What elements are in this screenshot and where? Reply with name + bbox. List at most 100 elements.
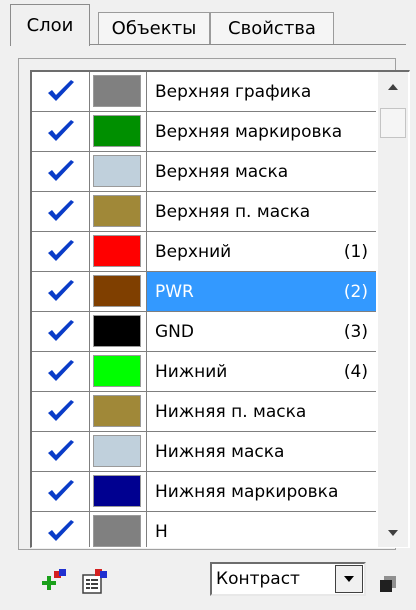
layer-row[interactable]: Верхняя графика <box>32 72 376 112</box>
checkmark-icon <box>47 119 74 141</box>
visibility-checkbox[interactable] <box>32 512 90 547</box>
layer-name-cell[interactable]: GND (3) <box>147 312 376 351</box>
checkmark-icon <box>47 359 74 381</box>
layer-color-cell[interactable] <box>90 232 147 271</box>
layer-properties-icon[interactable] <box>80 568 108 596</box>
layer-number: (2) <box>343 281 368 302</box>
visibility-checkbox[interactable] <box>32 472 90 511</box>
color-swatch <box>93 275 141 307</box>
layer-name-cell[interactable]: Верхняя п. маска <box>147 192 376 231</box>
color-swatch <box>93 515 141 547</box>
tab-bar: Слои Объекты Свойства <box>10 0 406 46</box>
layer-number: (4) <box>343 361 368 382</box>
visibility-checkbox[interactable] <box>32 312 90 351</box>
visibility-checkbox[interactable] <box>32 232 90 271</box>
layer-color-cell[interactable] <box>90 312 147 351</box>
layer-name-cell[interactable]: Нижняя маркировка <box>147 472 376 511</box>
layer-rows: Верхняя графика Верхняя маркировка Верхняя… <box>32 72 376 547</box>
mode-dropdown-button[interactable] <box>335 565 363 593</box>
checkmark-icon <box>47 279 74 301</box>
scroll-down-button[interactable] <box>378 518 408 547</box>
checkmark-icon <box>47 79 74 101</box>
layer-name-cell[interactable]: Верхний (1) <box>147 232 376 271</box>
layer-color-cell[interactable] <box>90 192 147 231</box>
color-swatch <box>93 235 141 267</box>
arrow-down-icon <box>388 530 398 536</box>
checkmark-icon <box>47 479 74 501</box>
layer-row[interactable]: GND (3) <box>32 312 376 352</box>
layer-name-cell[interactable]: Верхняя маска <box>147 152 376 191</box>
visibility-checkbox[interactable] <box>32 272 90 311</box>
color-swatch <box>93 475 141 507</box>
visibility-checkbox[interactable] <box>32 352 90 391</box>
checkmark-icon <box>47 519 74 541</box>
checkmark-icon <box>47 239 74 261</box>
layer-row[interactable]: Верхняя маска <box>32 152 376 192</box>
layer-name-cell[interactable]: Нижняя маска <box>147 432 376 471</box>
layer-color-cell[interactable] <box>90 272 147 311</box>
mode-select[interactable]: Контраст <box>210 562 366 596</box>
layer-color-cell[interactable] <box>90 72 147 111</box>
layer-row[interactable]: Верхний (1) <box>32 232 376 272</box>
layer-name: Нижняя маска <box>155 441 285 462</box>
layer-name-cell[interactable]: Верхняя маркировка <box>147 112 376 151</box>
scroll-up-button[interactable] <box>378 72 408 102</box>
layer-color-cell[interactable] <box>90 112 147 151</box>
tab-layers[interactable]: Слои <box>10 4 90 46</box>
layer-color-cell[interactable] <box>90 432 147 471</box>
layer-row[interactable]: Нижний (4) <box>32 352 376 392</box>
layer-name-cell[interactable]: PWR (2) <box>147 272 376 311</box>
checkmark-icon <box>47 199 74 221</box>
layer-name-cell[interactable]: Нижняя п. маска <box>147 392 376 431</box>
color-swatch <box>93 395 141 427</box>
layer-name-cell[interactable]: Нижний (4) <box>147 352 376 391</box>
layer-color-cell[interactable] <box>90 392 147 431</box>
layer-row[interactable]: Нижняя п. маска <box>32 392 376 432</box>
color-swatch <box>93 315 141 347</box>
add-layer-icon[interactable] <box>40 568 68 596</box>
layer-list[interactable]: Верхняя графика Верхняя маркировка Верхняя… <box>30 70 410 548</box>
layer-number: (3) <box>343 321 368 342</box>
visibility-checkbox[interactable] <box>32 112 90 151</box>
visibility-checkbox[interactable] <box>32 72 90 111</box>
color-swatch <box>93 435 141 467</box>
tab-objects[interactable]: Объекты <box>98 12 210 44</box>
arrow-up-icon <box>388 84 398 90</box>
tab-properties[interactable]: Свойства <box>210 12 334 44</box>
layer-name: Верхний <box>155 241 232 262</box>
layer-name: Верхняя маркировка <box>155 121 343 142</box>
visibility-checkbox[interactable] <box>32 152 90 191</box>
color-swatch <box>93 195 141 227</box>
layer-row[interactable]: Н <box>32 512 376 547</box>
visibility-checkbox[interactable] <box>32 192 90 231</box>
layer-color-cell[interactable] <box>90 352 147 391</box>
layer-color-cell[interactable] <box>90 512 147 547</box>
layer-row[interactable]: Верхняя п. маска <box>32 192 376 232</box>
scroll-thumb[interactable] <box>380 108 406 138</box>
layer-color-cell[interactable] <box>90 472 147 511</box>
layer-row[interactable]: Нижняя маска <box>32 432 376 472</box>
layer-toolbar: Контраст <box>0 556 416 610</box>
layer-row[interactable]: Нижняя маркировка <box>32 472 376 512</box>
color-swatch <box>93 155 141 187</box>
layer-name: Н <box>155 521 168 542</box>
layer-name-cell[interactable]: Верхняя графика <box>147 72 376 111</box>
layer-name: Нижняя маркировка <box>155 481 339 502</box>
layer-name: GND <box>155 321 194 342</box>
layers-panel: Слои Объекты Свойства Верхняя графика Вер… <box>0 0 416 610</box>
vertical-scrollbar[interactable] <box>378 72 408 547</box>
layer-name: Верхняя п. маска <box>155 201 311 222</box>
visibility-checkbox[interactable] <box>32 392 90 431</box>
checkmark-icon <box>47 439 74 461</box>
layer-name: Верхняя графика <box>155 81 312 102</box>
layer-row[interactable]: PWR (2) <box>32 272 376 312</box>
layer-name: Нижний <box>155 361 228 382</box>
checkmark-icon <box>47 159 74 181</box>
visibility-checkbox[interactable] <box>32 432 90 471</box>
chevron-down-icon <box>344 576 354 582</box>
layers-stack-icon[interactable] <box>378 574 398 594</box>
layer-name: Верхняя маска <box>155 161 289 182</box>
layer-name-cell[interactable]: Н <box>147 512 376 547</box>
layer-color-cell[interactable] <box>90 152 147 191</box>
layer-row[interactable]: Верхняя маркировка <box>32 112 376 152</box>
